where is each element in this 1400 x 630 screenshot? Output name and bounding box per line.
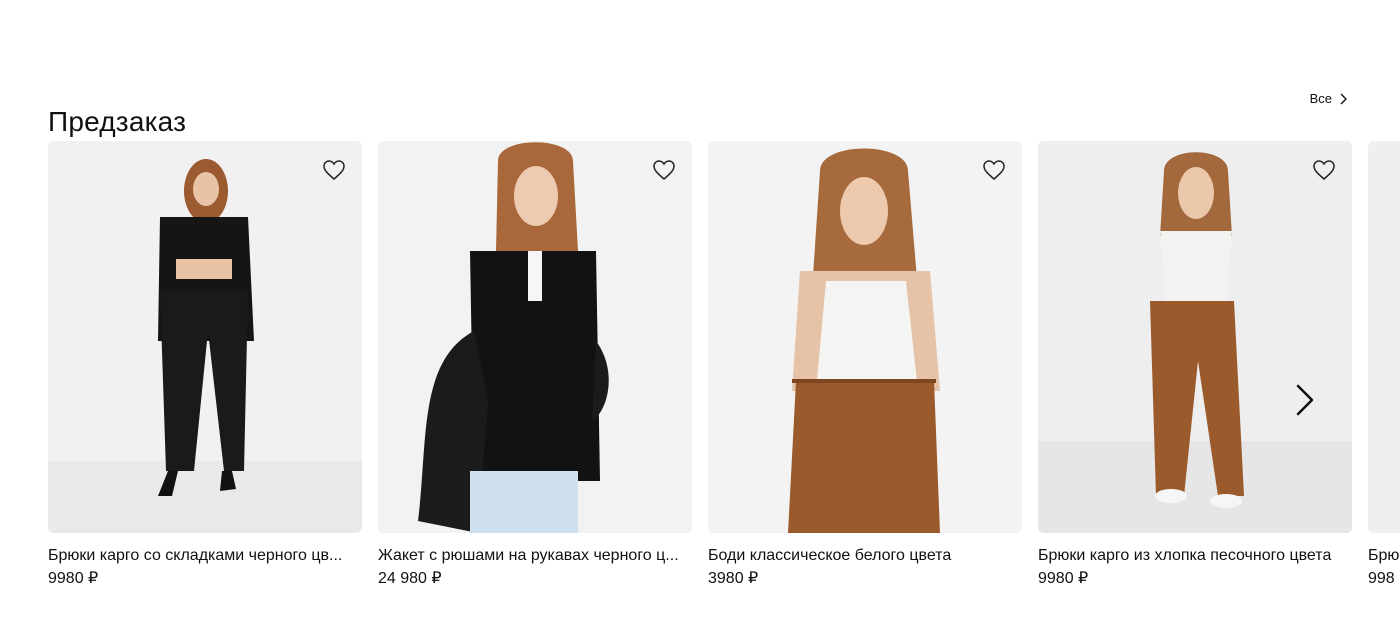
view-all-label: Все [1309, 91, 1332, 106]
product-photo-figure [378, 141, 692, 533]
product-photo-figure [48, 141, 362, 533]
product-card[interactable]: Брюк 998 [1368, 141, 1400, 589]
product-photo-figure [1038, 141, 1352, 533]
product-price: 24 980 ₽ [378, 570, 442, 587]
product-title[interactable]: Брюк [1368, 546, 1400, 566]
product-price: 9980 ₽ [48, 570, 99, 587]
product-price: 3980 ₽ [708, 570, 759, 587]
product-title[interactable]: Брюки карго из хлопка песочного цвета [1038, 546, 1352, 566]
product-card[interactable]: Брюки карго со складками черного цв... 9… [48, 141, 362, 589]
product-title[interactable]: Жакет с рюшами на рукавах черного ц... [378, 546, 692, 566]
product-price: 998 [1368, 570, 1395, 587]
product-photo-figure [708, 141, 1022, 533]
product-card[interactable]: Боди классическое белого цвета 3980 ₽ [708, 141, 1022, 589]
chevron-right-icon [1340, 93, 1347, 105]
heart-icon[interactable] [652, 159, 676, 181]
heart-icon[interactable] [982, 159, 1006, 181]
product-image[interactable] [48, 141, 362, 533]
chevron-right-icon[interactable] [1290, 382, 1320, 418]
product-title[interactable]: Брюки карго со складками черного цв... [48, 546, 362, 566]
section-title: Предзаказ [48, 106, 187, 138]
product-photo-figure [1368, 141, 1400, 533]
product-carousel: Брюки карго со складками черного цв... 9… [48, 141, 1400, 601]
product-price: 9980 ₽ [1038, 570, 1089, 587]
product-title[interactable]: Боди классическое белого цвета [708, 546, 1022, 566]
product-card[interactable]: Жакет с рюшами на рукавах черного ц... 2… [378, 141, 692, 589]
view-all-link[interactable]: Все [1310, 90, 1348, 108]
heart-icon[interactable] [322, 159, 346, 181]
product-image[interactable] [708, 141, 1022, 533]
product-image[interactable] [1368, 141, 1400, 533]
product-image[interactable] [378, 141, 692, 533]
product-card[interactable]: Брюки карго из хлопка песочного цвета 99… [1038, 141, 1352, 589]
heart-icon[interactable] [1312, 159, 1336, 181]
product-image[interactable] [1038, 141, 1352, 533]
carousel-track: Брюки карго со складками черного цв... 9… [48, 141, 1400, 589]
